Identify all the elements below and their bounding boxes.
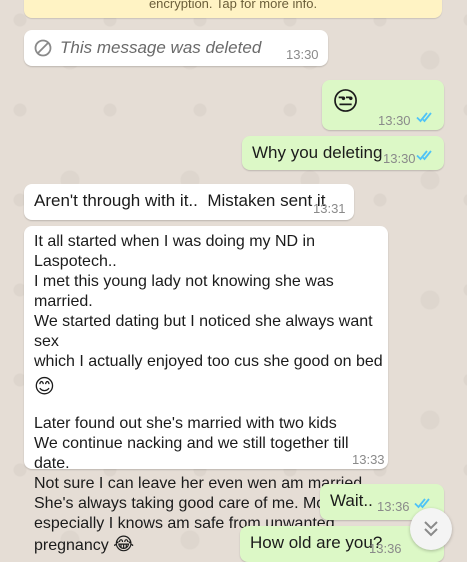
message-outgoing[interactable]: Why you deleting 13:30 <box>242 136 444 170</box>
message-line: I met this young lady not knowing she wa… <box>34 273 334 310</box>
message-time: 13:30 <box>383 151 416 166</box>
double-chevron-down-icon <box>424 521 438 537</box>
tears-of-joy-emoji: 😂 <box>113 534 135 554</box>
smiling-emoji: 😊 <box>34 376 55 398</box>
encryption-notice[interactable]: encryption. Tap for more info. <box>24 0 442 18</box>
deleted-icon <box>34 39 52 57</box>
unamused-emoji: 😒 <box>332 86 360 116</box>
read-ticks-icon <box>416 112 432 123</box>
message-line: Later found out she's married with two k… <box>34 415 337 432</box>
message-outgoing-emoji[interactable]: 😒 13:30 <box>322 80 444 130</box>
message-text: Wait.. <box>330 491 373 510</box>
message-deleted[interactable]: This message was deleted 13:30 <box>24 30 328 66</box>
read-ticks-icon <box>416 150 432 161</box>
message-text: Why you deleting <box>252 143 383 162</box>
message-line: We started dating but I noticed she alwa… <box>34 313 373 350</box>
message-time: 13:30 <box>378 113 411 128</box>
message-time: 13:31 <box>313 201 346 216</box>
message-text: Aren't through with it.. Mistaken sent i… <box>34 191 326 210</box>
message-incoming-long[interactable]: It all started when I was doing my ND in… <box>24 226 388 554</box>
message-time: 13:30 <box>286 47 319 62</box>
message-line: which I actually enjoyed too cus she goo… <box>34 353 383 370</box>
message-incoming[interactable]: Aren't through with it.. Mistaken sent i… <box>24 184 354 220</box>
deleted-message-text: This message was deleted <box>60 38 262 57</box>
scroll-to-bottom-button[interactable] <box>410 508 452 550</box>
message-line: pregnancy <box>34 537 109 554</box>
message-time: 13:33 <box>352 452 385 467</box>
message-line: We continue nacking and we still togethe… <box>34 435 349 472</box>
encryption-notice-text: encryption. Tap for more info. <box>148 0 318 11</box>
message-time: 13:36 <box>377 499 410 514</box>
message-line: It all started when I was doing my ND in… <box>34 233 316 270</box>
message-time: 13:36 <box>369 541 402 556</box>
